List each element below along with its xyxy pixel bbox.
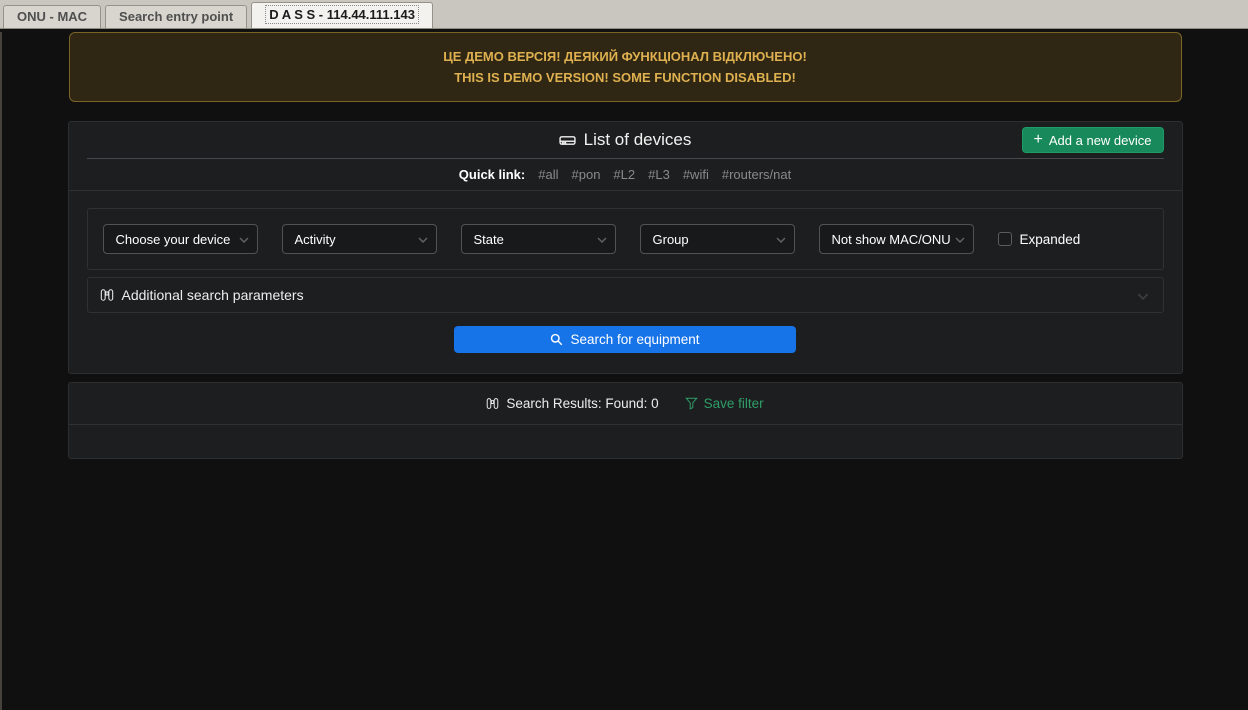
- quick-link-l2[interactable]: #L2: [613, 167, 635, 182]
- search-button-label: Search for equipment: [570, 332, 699, 347]
- add-device-button-label: Add a new device: [1049, 133, 1152, 148]
- quick-link-wifi[interactable]: #wifi: [683, 167, 709, 182]
- additional-search-parameters-toggle[interactable]: Additional search parameters: [87, 277, 1164, 313]
- mac-onu-select[interactable]: Not show MAC/ONU: [819, 224, 974, 254]
- add-device-button[interactable]: + Add a new device: [1022, 127, 1164, 153]
- browser-tab-onu-mac[interactable]: ONU - MAC: [3, 5, 101, 28]
- binoculars-icon: [100, 288, 114, 302]
- state-select[interactable]: State: [461, 224, 616, 254]
- devices-card-header: List of devices + Add a new device: [69, 122, 1182, 158]
- device-select-value: Choose your device: [116, 232, 231, 247]
- save-filter-link[interactable]: Save filter: [685, 396, 764, 411]
- demo-warning-line-uk: ЦЕ ДЕМО ВЕРСІЯ! ДЕЯКИЙ ФУНКЦІОНАЛ ВІДКЛЮ…: [70, 46, 1181, 67]
- additional-search-parameters-label: Additional search parameters: [122, 287, 304, 303]
- filter-selects-box: Choose your device Activity State: [87, 208, 1164, 270]
- save-filter-label: Save filter: [704, 396, 764, 411]
- browser-tab-search-entry-point[interactable]: Search entry point: [105, 5, 247, 28]
- page-title: List of devices: [559, 130, 692, 150]
- group-select-value: Group: [653, 232, 689, 247]
- quick-link-l3[interactable]: #L3: [648, 167, 670, 182]
- results-summary-text: Search Results: Found: 0: [506, 396, 658, 411]
- tab-label: ONU - MAC: [17, 9, 87, 24]
- chevron-down-icon: [597, 237, 607, 243]
- results-empty-body: [69, 425, 1182, 458]
- chevron-down-icon: [955, 237, 965, 243]
- results-card: Search Results: Found: 0 Save filter: [68, 382, 1183, 459]
- devices-card: List of devices + Add a new device Quick…: [68, 121, 1183, 374]
- tab-label: D A S S - 114.44.111.143: [265, 5, 419, 24]
- activity-select[interactable]: Activity: [282, 224, 437, 254]
- device-select[interactable]: Choose your device: [103, 224, 258, 254]
- quick-link-label: Quick link:: [459, 167, 525, 182]
- search-icon: [550, 333, 563, 346]
- quick-link-all[interactable]: #all: [538, 167, 558, 182]
- demo-warning-line-en: THIS IS DEMO VERSION! SOME FUNCTION DISA…: [70, 67, 1181, 88]
- results-header-row: Search Results: Found: 0 Save filter: [69, 383, 1182, 425]
- group-select[interactable]: Group: [640, 224, 795, 254]
- page-content: ЦЕ ДЕМО ВЕРСІЯ! ДЕЯКИЙ ФУНКЦІОНАЛ ВІДКЛЮ…: [0, 32, 1248, 710]
- hdd-icon: [559, 132, 576, 149]
- expanded-checkbox-wrap[interactable]: Expanded: [998, 232, 1081, 247]
- tab-label: Search entry point: [119, 9, 233, 24]
- mac-onu-select-value: Not show MAC/ONU: [832, 232, 951, 247]
- demo-warning-banner: ЦЕ ДЕМО ВЕРСІЯ! ДЕЯКИЙ ФУНКЦІОНАЛ ВІДКЛЮ…: [69, 32, 1182, 102]
- state-select-value: State: [474, 232, 504, 247]
- expanded-checkbox-label: Expanded: [1020, 232, 1081, 247]
- chevron-down-icon: [418, 237, 428, 243]
- chevron-down-icon: [776, 237, 786, 243]
- plus-icon: +: [1034, 132, 1043, 148]
- search-for-equipment-button[interactable]: Search for equipment: [454, 326, 796, 353]
- chevron-down-icon: [1137, 293, 1147, 299]
- quick-links-row: Quick link: #all #pon #L2 #L3 #wifi #rou…: [69, 159, 1182, 191]
- chevron-down-icon: [239, 237, 249, 243]
- expanded-checkbox[interactable]: [998, 232, 1012, 246]
- quick-link-routers-nat[interactable]: #routers/nat: [722, 167, 791, 182]
- page-title-text: List of devices: [584, 130, 692, 150]
- browser-tab-bar: ONU - MAC Search entry point D A S S - 1…: [0, 0, 1248, 29]
- quick-link-pon[interactable]: #pon: [572, 167, 601, 182]
- funnel-icon: [685, 397, 698, 410]
- browser-tab-dass-active[interactable]: D A S S - 114.44.111.143: [251, 2, 433, 28]
- filter-area: Choose your device Activity State: [69, 191, 1182, 373]
- activity-select-value: Activity: [295, 232, 336, 247]
- results-summary: Search Results: Found: 0: [486, 396, 658, 411]
- binoculars-icon: [486, 397, 499, 410]
